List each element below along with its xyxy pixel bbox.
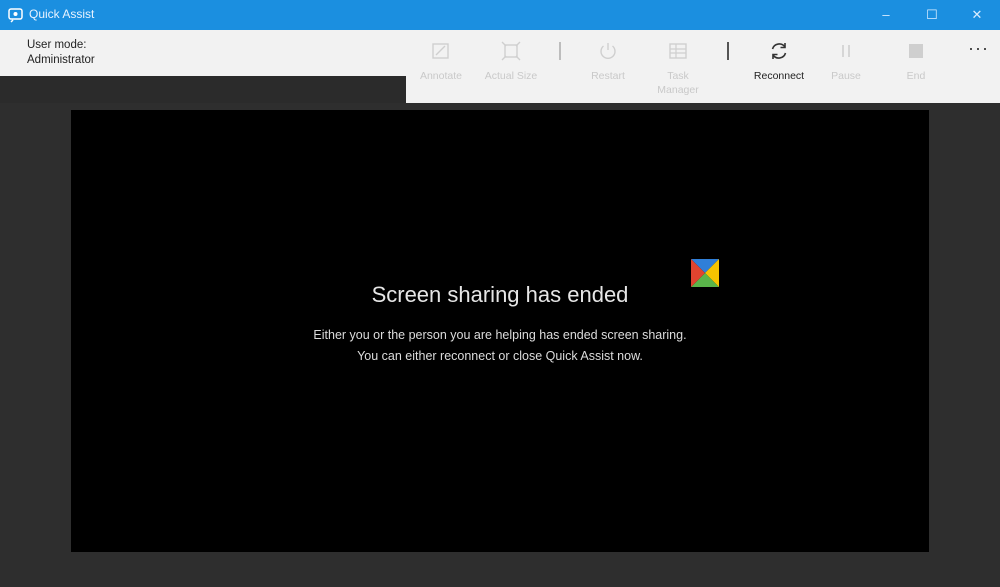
title-bar: Quick Assist – ☐ ✕ (0, 0, 1000, 30)
screen-ended-message: Either you or the person you are helping… (300, 325, 700, 367)
reconnect-label: Reconnect (753, 70, 805, 82)
user-mode-value: Administrator (27, 54, 95, 66)
end-icon (909, 44, 923, 58)
restart-label: Restart (591, 70, 625, 82)
task-manager-button[interactable]: Task Manager (648, 30, 708, 103)
more-options-icon[interactable]: ··· (968, 38, 989, 59)
annotate-label: Annotate (419, 70, 463, 82)
annotate-icon (432, 43, 449, 59)
end-button[interactable]: End (891, 30, 941, 103)
close-button[interactable]: ✕ (954, 0, 1000, 30)
reconnect-icon (771, 43, 787, 59)
reconnect-button[interactable]: Reconnect (744, 30, 814, 103)
shared-screen-area: Screen sharing has ended Either you or t… (71, 110, 929, 552)
user-mode-label: User mode: (27, 39, 87, 51)
close-icon: ✕ (971, 7, 983, 22)
minimize-icon: – (882, 7, 890, 22)
user-mode-info: User mode: Administrator (27, 38, 95, 68)
minimize-button[interactable]: – (863, 0, 909, 30)
annotate-button[interactable]: Annotate (411, 30, 471, 103)
screen-ended-title: Screen sharing has ended (371, 282, 629, 307)
window-title: Quick Assist (29, 7, 95, 21)
message-line-1: Either you or the person you are helping… (313, 328, 687, 342)
end-label: End (906, 70, 926, 82)
toolbar: Annotate Actual Size Restart Task Manage… (406, 30, 1000, 103)
task-manager-icon (669, 43, 687, 59)
toolbar-divider (727, 42, 729, 60)
message-line-2: You can either reconnect or close Quick … (357, 349, 643, 363)
actual-size-button[interactable]: Actual Size (476, 30, 546, 103)
pause-icon (842, 45, 850, 57)
pause-button[interactable]: Pause (821, 30, 871, 103)
actual-size-label: Actual Size (484, 70, 538, 82)
maximize-button[interactable]: ☐ (909, 0, 955, 30)
restart-icon (600, 43, 616, 60)
user-mode-panel: User mode: Administrator (0, 30, 406, 76)
pause-label: Pause (831, 70, 861, 82)
toolbar-divider (559, 42, 561, 60)
actual-size-icon (501, 41, 521, 61)
restart-button[interactable]: Restart (578, 30, 638, 103)
quick-assist-app-icon (8, 8, 23, 23)
maximize-icon: ☐ (926, 7, 938, 22)
task-manager-label: Task Manager (657, 70, 699, 96)
